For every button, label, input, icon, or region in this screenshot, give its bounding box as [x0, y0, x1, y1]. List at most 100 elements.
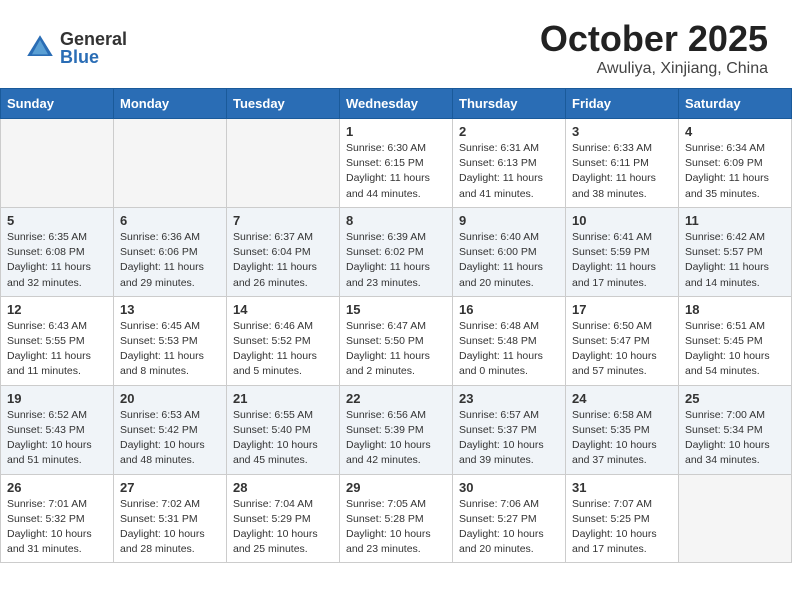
calendar-cell: 5 Sunrise: 6:35 AMSunset: 6:08 PMDaylight…: [1, 207, 114, 296]
day-number: 22: [346, 391, 446, 406]
calendar-cell: 1Sunrise: 6:30 AMSunset: 6:15 PMDaylight…: [340, 119, 453, 208]
day-number: 12: [7, 302, 107, 317]
calendar-cell: 29 Sunrise: 7:05 AMSunset: 5:28 PMDayligh…: [340, 474, 453, 563]
title-block: October 2025 Awuliya, Xinjiang, China: [540, 18, 768, 78]
day-number: 6: [120, 213, 220, 228]
calendar-cell: 2 Sunrise: 6:31 AMSunset: 6:13 PMDaylight…: [453, 119, 566, 208]
day-number: 10: [572, 213, 672, 228]
day-number: 18: [685, 302, 785, 317]
cell-sun-info: Sunrise: 7:00 AMSunset: 5:34 PMDaylight:…: [685, 408, 785, 469]
day-number: 20: [120, 391, 220, 406]
day-number: 14: [233, 302, 333, 317]
cell-sun-info: Sunrise: 6:53 AMSunset: 5:42 PMDaylight:…: [120, 408, 220, 469]
weekday-header-thursday: Thursday: [453, 89, 566, 119]
cell-sun-info: Sunrise: 6:33 AMSunset: 6:11 PMDaylight:…: [572, 141, 672, 202]
calendar-cell: 11Sunrise: 6:42 AMSunset: 5:57 PMDayligh…: [679, 207, 792, 296]
day-number: 9: [459, 213, 559, 228]
cell-sun-info: Sunrise: 6:50 AMSunset: 5:47 PMDaylight:…: [572, 319, 672, 380]
calendar-cell: 6 Sunrise: 6:36 AMSunset: 6:06 PMDaylight…: [114, 207, 227, 296]
calendar-cell: 19Sunrise: 6:52 AMSunset: 5:43 PMDayligh…: [1, 385, 114, 474]
cell-sun-info: Sunrise: 7:05 AMSunset: 5:28 PMDaylight:…: [346, 497, 446, 558]
calendar-cell: 15 Sunrise: 6:47 AMSunset: 5:50 PMDayligh…: [340, 296, 453, 385]
calendar-week-row: 19Sunrise: 6:52 AMSunset: 5:43 PMDayligh…: [1, 385, 792, 474]
calendar-cell: 16 Sunrise: 6:48 AMSunset: 5:48 PMDayligh…: [453, 296, 566, 385]
cell-sun-info: Sunrise: 6:47 AMSunset: 5:50 PMDaylight:…: [346, 319, 446, 380]
day-number: 7: [233, 213, 333, 228]
calendar-cell: 26Sunrise: 7:01 AMSunset: 5:32 PMDayligh…: [1, 474, 114, 563]
cell-sun-info: Sunrise: 6:57 AMSunset: 5:37 PMDaylight:…: [459, 408, 559, 469]
cell-sun-info: Sunrise: 7:02 AMSunset: 5:31 PMDaylight:…: [120, 497, 220, 558]
day-number: 5: [7, 213, 107, 228]
weekday-header-row: SundayMondayTuesdayWednesdayThursdayFrid…: [1, 89, 792, 119]
day-number: 21: [233, 391, 333, 406]
calendar-cell: 7 Sunrise: 6:37 AMSunset: 6:04 PMDaylight…: [227, 207, 340, 296]
calendar-cell: 17 Sunrise: 6:50 AMSunset: 5:47 PMDayligh…: [566, 296, 679, 385]
cell-sun-info: Sunrise: 6:48 AMSunset: 5:48 PMDaylight:…: [459, 319, 559, 380]
day-number: 11: [685, 213, 785, 228]
cell-sun-info: Sunrise: 6:40 AMSunset: 6:00 PMDaylight:…: [459, 230, 559, 291]
day-number: 2: [459, 124, 559, 139]
cell-sun-info: Sunrise: 6:34 AMSunset: 6:09 PMDaylight:…: [685, 141, 785, 202]
calendar-cell: 23Sunrise: 6:57 AMSunset: 5:37 PMDayligh…: [453, 385, 566, 474]
calendar-cell: 9 Sunrise: 6:40 AMSunset: 6:00 PMDaylight…: [453, 207, 566, 296]
calendar-cell: 21 Sunrise: 6:55 AMSunset: 5:40 PMDayligh…: [227, 385, 340, 474]
cell-sun-info: Sunrise: 6:52 AMSunset: 5:43 PMDaylight:…: [7, 408, 107, 469]
weekday-header-tuesday: Tuesday: [227, 89, 340, 119]
page-header: General Blue October 2025 Awuliya, Xinji…: [0, 0, 792, 88]
logo-blue-text: Blue: [60, 48, 127, 66]
cell-sun-info: Sunrise: 6:35 AMSunset: 6:08 PMDaylight:…: [7, 230, 107, 291]
cell-sun-info: Sunrise: 7:06 AMSunset: 5:27 PMDaylight:…: [459, 497, 559, 558]
page-location: Awuliya, Xinjiang, China: [540, 60, 768, 78]
calendar-cell: 12 Sunrise: 6:43 AMSunset: 5:55 PMDayligh…: [1, 296, 114, 385]
calendar-cell: [114, 119, 227, 208]
calendar-cell: 3 Sunrise: 6:33 AMSunset: 6:11 PMDaylight…: [566, 119, 679, 208]
cell-sun-info: Sunrise: 6:46 AMSunset: 5:52 PMDaylight:…: [233, 319, 333, 380]
calendar-week-row: 5 Sunrise: 6:35 AMSunset: 6:08 PMDaylight…: [1, 207, 792, 296]
calendar-cell: 14 Sunrise: 6:46 AMSunset: 5:52 PMDayligh…: [227, 296, 340, 385]
day-number: 8: [346, 213, 446, 228]
calendar-week-row: 1Sunrise: 6:30 AMSunset: 6:15 PMDaylight…: [1, 119, 792, 208]
calendar-cell: 24Sunrise: 6:58 AMSunset: 5:35 PMDayligh…: [566, 385, 679, 474]
calendar-cell: 10Sunrise: 6:41 AMSunset: 5:59 PMDayligh…: [566, 207, 679, 296]
cell-sun-info: Sunrise: 6:37 AMSunset: 6:04 PMDaylight:…: [233, 230, 333, 291]
cell-sun-info: Sunrise: 6:55 AMSunset: 5:40 PMDaylight:…: [233, 408, 333, 469]
day-number: 3: [572, 124, 672, 139]
cell-sun-info: Sunrise: 6:43 AMSunset: 5:55 PMDaylight:…: [7, 319, 107, 380]
day-number: 27: [120, 480, 220, 495]
cell-sun-info: Sunrise: 6:39 AMSunset: 6:02 PMDaylight:…: [346, 230, 446, 291]
day-number: 1: [346, 124, 446, 139]
calendar-cell: 31Sunrise: 7:07 AMSunset: 5:25 PMDayligh…: [566, 474, 679, 563]
cell-sun-info: Sunrise: 6:45 AMSunset: 5:53 PMDaylight:…: [120, 319, 220, 380]
calendar-week-row: 26Sunrise: 7:01 AMSunset: 5:32 PMDayligh…: [1, 474, 792, 563]
calendar-cell: 8 Sunrise: 6:39 AMSunset: 6:02 PMDaylight…: [340, 207, 453, 296]
weekday-header-saturday: Saturday: [679, 89, 792, 119]
logo-icon: [24, 32, 56, 64]
cell-sun-info: Sunrise: 6:36 AMSunset: 6:06 PMDaylight:…: [120, 230, 220, 291]
calendar-cell: [1, 119, 114, 208]
calendar-cell: 20 Sunrise: 6:53 AMSunset: 5:42 PMDayligh…: [114, 385, 227, 474]
cell-sun-info: Sunrise: 6:51 AMSunset: 5:45 PMDaylight:…: [685, 319, 785, 380]
cell-sun-info: Sunrise: 6:58 AMSunset: 5:35 PMDaylight:…: [572, 408, 672, 469]
cell-sun-info: Sunrise: 6:31 AMSunset: 6:13 PMDaylight:…: [459, 141, 559, 202]
day-number: 17: [572, 302, 672, 317]
weekday-header-sunday: Sunday: [1, 89, 114, 119]
day-number: 15: [346, 302, 446, 317]
cell-sun-info: Sunrise: 7:07 AMSunset: 5:25 PMDaylight:…: [572, 497, 672, 558]
calendar-table: SundayMondayTuesdayWednesdayThursdayFrid…: [0, 88, 792, 563]
day-number: 4: [685, 124, 785, 139]
page-title: October 2025: [540, 18, 768, 60]
calendar-cell: 25Sunrise: 7:00 AMSunset: 5:34 PMDayligh…: [679, 385, 792, 474]
day-number: 13: [120, 302, 220, 317]
logo-general-text: General: [60, 30, 127, 48]
calendar-cell: 18 Sunrise: 6:51 AMSunset: 5:45 PMDayligh…: [679, 296, 792, 385]
day-number: 30: [459, 480, 559, 495]
day-number: 26: [7, 480, 107, 495]
day-number: 28: [233, 480, 333, 495]
weekday-header-monday: Monday: [114, 89, 227, 119]
calendar-cell: 4 Sunrise: 6:34 AMSunset: 6:09 PMDaylight…: [679, 119, 792, 208]
day-number: 29: [346, 480, 446, 495]
day-number: 16: [459, 302, 559, 317]
weekday-header-friday: Friday: [566, 89, 679, 119]
calendar-cell: 28Sunrise: 7:04 AMSunset: 5:29 PMDayligh…: [227, 474, 340, 563]
cell-sun-info: Sunrise: 6:56 AMSunset: 5:39 PMDaylight:…: [346, 408, 446, 469]
